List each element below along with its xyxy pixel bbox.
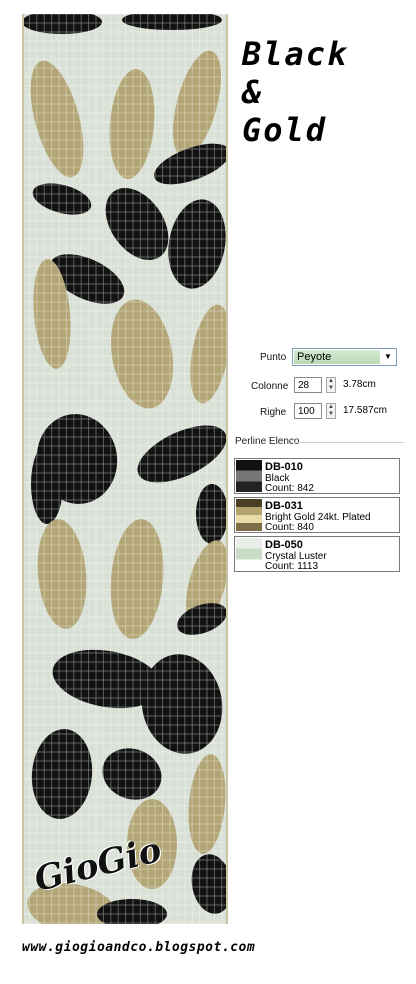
bead-pattern-chart [22,14,228,924]
bead-swatch [236,538,262,570]
stitch-value: Peyote [294,350,380,364]
chevron-down-icon[interactable]: ▼ [381,350,395,364]
stitch-select[interactable]: Peyote ▼ [292,348,397,366]
bead-code: DB-010 [265,461,303,473]
bead-code: DB-031 [265,500,303,512]
columns-stepper[interactable]: ▲ ▼ [326,377,336,393]
title-ampersand: & [242,73,264,111]
title-gold: Gold [242,111,328,149]
width-value: 3.78cm [343,379,376,390]
stitch-label: Punto [260,352,287,363]
rows-input[interactable]: 100 [294,403,322,419]
bead-count: Count: 840 [265,522,314,533]
length-value: 17.587cm [343,405,387,416]
website-url[interactable]: www.giogioandco.blogspot.com [22,940,255,955]
bead-count: Count: 1113 [265,561,319,572]
bead-swatch [236,499,262,531]
group-divider [292,442,404,443]
columns-input[interactable]: 28 [294,377,322,393]
bead-list-item[interactable]: DB-050 Crystal Luster Count: 1113 [234,536,400,572]
bead-list-title: Perline Elenco [235,436,300,447]
bead-count: Count: 842 [265,483,314,494]
bead-swatch [236,460,262,492]
pattern-graphic [22,14,228,924]
rows-stepper[interactable]: ▲ ▼ [326,403,336,419]
bead-list-item[interactable]: DB-031 Bright Gold 24kt. Plated Count: 8… [234,497,400,533]
bead-code: DB-050 [265,539,303,551]
bead-list-item[interactable]: DB-010 Black Count: 842 [234,458,400,494]
columns-label: Colonne [251,381,289,392]
title-black: Black [242,35,349,73]
rows-label: Righe [260,407,287,418]
